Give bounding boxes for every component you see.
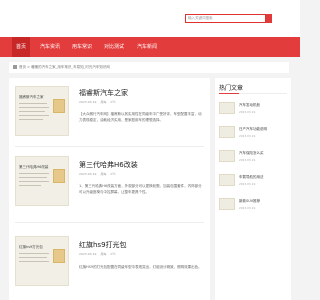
post-item[interactable]: 红旗hs9打光包 红旗hs9打光包 2023-03-19 用车 0℃ 红旗HS9的打… (9, 226, 210, 300)
thumbnail-image (53, 249, 65, 263)
search-button[interactable] (266, 14, 272, 23)
post-meta: 2023-03-19 用车 0℃ (79, 172, 120, 176)
sidebar-title: 热门文章 (219, 85, 244, 92)
nav-item-comparison[interactable]: 对比测试 (104, 37, 124, 57)
post-views: 0℃ (110, 172, 116, 176)
site-header: 输入关键词搜索 (0, 0, 300, 37)
sidebar: 热门文章 汽车发动机舱 2023-03-19 日产汽车功能说明 2023-03-… (215, 78, 291, 300)
post-item[interactable]: 福睿斯汽车之家 福睿斯汽车之家 2023-03-19 用车 0℃ 【大众朗行汽车网】… (9, 78, 210, 148)
nav-item-home[interactable]: 首页 (12, 37, 31, 57)
sidebar-thumbnail[interactable] (219, 126, 235, 138)
sidebar-item[interactable]: 汽车发动机舱 2023-03-19 (219, 102, 289, 114)
sidebar-thumbnail[interactable] (219, 102, 235, 114)
post-category: 用车 (100, 100, 107, 104)
sidebar-item[interactable]: 车载导航的用法 2023-03-19 (219, 174, 289, 186)
breadcrumb: 首页 > 暖暖的汽车之家_用车常识_车易知_时光汽车知识网 (9, 62, 289, 73)
thumbnail-image (53, 99, 65, 113)
sidebar-item[interactable]: 新款SUV推荐 2023-03-19 (219, 198, 289, 210)
search-input[interactable]: 输入关键词搜索 (185, 14, 266, 23)
post-item[interactable]: 第三代哈弗H6改装 第三代哈弗H6改装 2023-03-19 用车 0℃ 1、第三代… (9, 150, 210, 225)
breadcrumb-text: 首页 > 暖暖的汽车之家_用车常识_车易知_时光汽车知识网 (19, 65, 110, 69)
nav-item-auto-news[interactable]: 汽车新闻 (137, 37, 157, 57)
post-excerpt: 【大众朗行汽车网】福睿斯以其实用性在同级车中广受好评，车型配置丰富，动力表现稳定… (79, 112, 202, 122)
post-meta: 2023-03-19 用车 0℃ (79, 252, 120, 256)
post-title[interactable]: 福睿斯汽车之家 (79, 88, 128, 98)
post-date: 2023-03-19 (79, 100, 97, 104)
post-thumbnail[interactable]: 红旗hs9打光包 (15, 236, 69, 286)
post-title[interactable]: 第三代哈弗H6改装 (79, 160, 138, 170)
nav-item-car-news[interactable]: 汽车资讯 (40, 37, 60, 57)
post-title[interactable]: 红旗hs9打光包 (79, 240, 127, 250)
home-icon[interactable] (13, 65, 17, 69)
sidebar-thumbnail[interactable] (219, 198, 235, 210)
thumbnail-image (53, 169, 65, 183)
post-excerpt: 红旗HS9的打光包配置在同级车型中表现突出，灯组设计精致，照明效果出色。 (79, 265, 202, 269)
post-meta: 2023-03-19 用车 0℃ (79, 100, 120, 104)
sidebar-thumbnail[interactable] (219, 174, 235, 186)
post-date: 2023-03-19 (79, 172, 97, 176)
sidebar-item[interactable]: 日产汽车功能说明 2023-03-19 (219, 126, 289, 138)
sidebar-item[interactable]: 汽车保险怎么买 2023-03-19 (219, 150, 289, 162)
post-excerpt: 1、第三代哈弗H6改装方面，外观部分可以更换轮毂、加装包围套件，内饰部分可以升级… (79, 184, 202, 194)
post-category: 用车 (100, 252, 107, 256)
post-views: 0℃ (110, 252, 116, 256)
post-thumbnail[interactable]: 第三代哈弗H6改装 (15, 156, 69, 206)
sidebar-thumbnail[interactable] (219, 150, 235, 162)
post-list: 福睿斯汽车之家 福睿斯汽车之家 2023-03-19 用车 0℃ 【大众朗行汽车网】… (9, 78, 210, 300)
post-date: 2023-03-19 (79, 252, 97, 256)
post-category: 用车 (100, 172, 107, 176)
post-thumbnail[interactable]: 福睿斯汽车之家 (15, 86, 69, 136)
main-nav: 首页 汽车资讯 用车常识 对比测试 汽车新闻 (0, 37, 300, 57)
post-views: 0℃ (110, 100, 116, 104)
nav-item-car-tips[interactable]: 用车常识 (72, 37, 92, 57)
